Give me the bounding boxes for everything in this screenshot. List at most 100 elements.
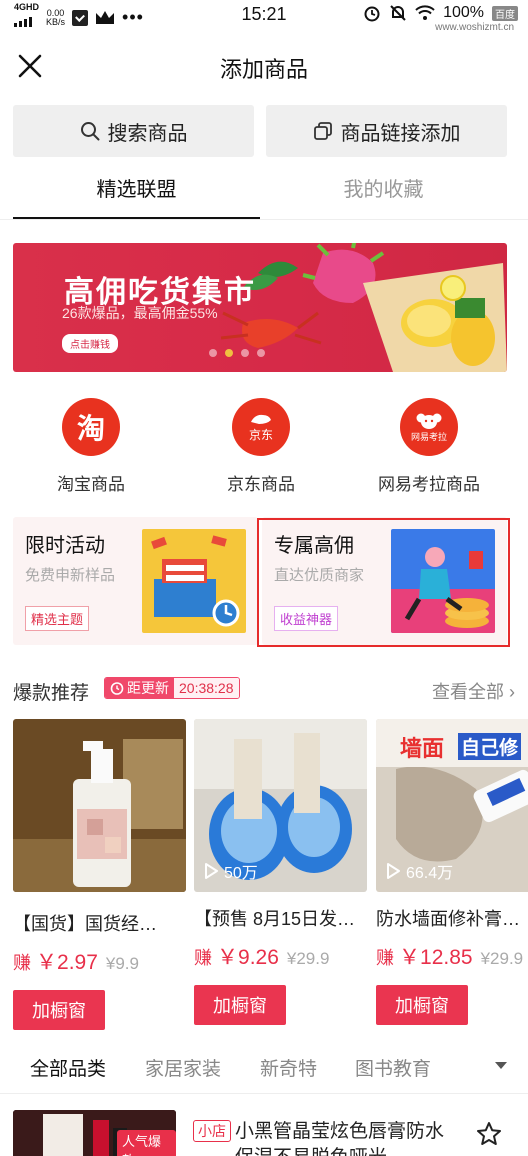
add-product-page: 4GHD 0.00 KB/s ••• 15:21 100% 百度 www.wos…: [0, 0, 528, 1156]
platform-kaola-label: 网易考拉商品: [378, 475, 480, 494]
product-image-wall-repair: 墙面 自己修 66.4万: [376, 719, 528, 892]
battery-level: 100%: [443, 4, 484, 21]
product-price: 赚 ￥2.97 ¥9.9: [13, 946, 186, 976]
tab-selected-alliance[interactable]: 精选联盟: [13, 170, 260, 220]
product-card[interactable]: 【国货】国货经… 赚 ￥2.97 ¥9.9 加橱窗: [13, 719, 186, 1030]
promo-commission-title: 专属高佣: [274, 535, 354, 557]
promo-commission-subtitle: 直达优质商家: [274, 567, 365, 584]
cash-register-image: [142, 529, 246, 633]
image-text-diy: 自己修: [458, 733, 522, 760]
product-original-price: ¥29.9: [286, 949, 330, 968]
product-original-price: ¥9.9: [105, 954, 139, 973]
watermark-badge: 百度: [492, 5, 518, 21]
tab-my-favorites[interactable]: 我的收藏: [260, 170, 507, 220]
banner-dot[interactable]: [257, 349, 265, 357]
platform-kaola[interactable]: 网易考拉 网易考拉商品: [349, 398, 509, 495]
search-icon: [80, 122, 99, 141]
tab-divider: [0, 219, 528, 220]
product-price: 赚 ￥12.85 ¥29.9: [376, 941, 528, 971]
product-views: 66.4万: [386, 859, 453, 883]
play-icon: [387, 863, 400, 879]
star-icon[interactable]: [475, 1120, 503, 1148]
promo-card-limited[interactable]: 限时活动 免费申新样品 精选主题: [13, 517, 258, 645]
link-add-label: 商品链接添加: [340, 122, 461, 145]
product-earn: 赚 ￥2.97: [13, 951, 98, 974]
clock-icon: [110, 682, 124, 695]
tab-bar: 精选联盟 我的收藏: [13, 170, 515, 220]
copy-link-icon: [313, 122, 332, 140]
mute-bell-icon: [390, 5, 406, 21]
product-name: 【国货】国货经…: [13, 914, 157, 934]
image-text-wall: 墙面: [400, 736, 445, 761]
hot-products: 【国货】国货经… 赚 ￥2.97 ¥9.9 加橱窗 50万 【预售 8月15日发…: [13, 719, 528, 1030]
product-price: 赚 ￥9.26 ¥29.9: [194, 941, 367, 971]
platform-taobao-label: 淘宝商品: [57, 475, 125, 494]
promo-limited-tag: 精选主题: [25, 606, 90, 631]
shop-tag: 小店: [193, 1120, 231, 1142]
status-bar: 4GHD 0.00 KB/s ••• 15:21 100% 百度 www.wos…: [0, 0, 528, 33]
play-icon: [205, 863, 218, 879]
hot-section-header: 爆款推荐 距更新 20:38:28 查看全部 ›: [13, 674, 515, 704]
wifi-icon: [415, 5, 435, 20]
category-books[interactable]: 图书教育: [355, 1054, 431, 1081]
hot-tag: 人气爆款: [117, 1130, 176, 1156]
product-earn: 赚 ￥9.26: [194, 946, 279, 969]
koala-face-icon: [416, 413, 442, 429]
kaola-icon: 网易考拉: [400, 398, 458, 456]
product-earn: 赚 ￥12.85: [376, 946, 473, 969]
promo-limited-title: 限时活动: [25, 535, 105, 557]
product-card[interactable]: 墙面 自己修 66.4万 防水墙面修补膏… 赚 ￥12.85 ¥29.9 加橱窗: [376, 719, 528, 1025]
search-product-label: 搜索商品: [107, 122, 188, 145]
category-novelty[interactable]: 新奇特: [260, 1054, 317, 1081]
list-item-title: 小黑管晶莹炫色唇膏防水保湿不易脱色哑光…: [235, 1121, 445, 1156]
platform-taobao[interactable]: 淘 淘宝商品: [11, 398, 171, 495]
category-home[interactable]: 家居家装: [145, 1054, 221, 1081]
promo-commission-tag: 收益神器: [274, 606, 339, 631]
product-card[interactable]: 50万 【预售 8月15日发… 赚 ￥9.26 ¥29.9 加橱窗: [194, 719, 367, 1025]
coins-man-image: [391, 529, 495, 633]
product-views: 50万: [204, 859, 258, 883]
promo-limited-subtitle: 免费申新样品: [25, 567, 116, 584]
header: 添加商品: [0, 40, 528, 92]
promo-banner[interactable]: 高佣吃货集市 26款爆品，最高佣金55% 点击赚钱: [13, 243, 507, 372]
banner-dot[interactable]: [241, 349, 249, 357]
add-to-showcase-button[interactable]: 加橱窗: [376, 985, 468, 1025]
banner-cta-button[interactable]: 点击赚钱: [62, 334, 118, 353]
list-item-image: 人气爆款: [13, 1110, 176, 1156]
product-image-slippers: 50万: [194, 719, 367, 892]
watermark-text: www.woshizmt.cn: [435, 22, 514, 33]
hot-section-title: 爆款推荐: [13, 683, 90, 704]
list-item[interactable]: 人气爆款 小店 小黑管晶莹炫色唇膏防水保湿不易脱色哑光…: [13, 1110, 513, 1156]
taobao-icon: 淘: [62, 398, 120, 456]
platform-list: 淘 淘宝商品 京东 京东商品 网易考拉 网易考拉商品: [0, 398, 528, 498]
add-to-showcase-button[interactable]: 加橱窗: [194, 985, 286, 1025]
add-to-showcase-button[interactable]: 加橱窗: [13, 990, 105, 1030]
link-add-button[interactable]: 商品链接添加: [266, 105, 507, 157]
action-buttons: 搜索商品 商品链接添加: [13, 105, 507, 157]
update-countdown-badge: 距更新 20:38:28: [104, 677, 240, 699]
product-original-price: ¥29.9: [480, 949, 524, 968]
category-bar: 全部品类 家居家装 新奇特 图书教育: [0, 1038, 528, 1094]
chevron-down-icon[interactable]: [486, 1054, 516, 1078]
alarm-icon: [364, 6, 380, 22]
jd-dog-icon: [251, 414, 271, 424]
platform-jd[interactable]: 京东 京东商品: [181, 398, 341, 495]
banner-dot[interactable]: [209, 349, 217, 357]
banner-pagination: [209, 349, 265, 357]
banner-subtitle: 26款爆品，最高佣金55%: [62, 305, 218, 321]
product-image-lotion: [13, 719, 186, 892]
platform-jd-label: 京东商品: [227, 475, 295, 494]
category-all[interactable]: 全部品类: [30, 1054, 106, 1081]
search-product-button[interactable]: 搜索商品: [13, 105, 254, 157]
promo-card-commission[interactable]: 专属高佣 直达优质商家 收益神器: [262, 517, 507, 645]
banner-dot-active[interactable]: [225, 349, 233, 357]
countdown-time: 20:38:28: [174, 678, 239, 698]
product-name: 防水墙面修补膏…: [376, 909, 520, 929]
jd-icon: 京东: [232, 398, 290, 456]
product-name: 【预售 8月15日发…: [194, 909, 356, 929]
countdown-label: 距更新: [105, 678, 174, 698]
view-all-link[interactable]: 查看全部 ›: [432, 678, 515, 704]
page-title: 添加商品: [219, 57, 308, 82]
chevron-right-icon: ›: [509, 682, 515, 702]
status-right: 100% 百度: [363, 4, 518, 22]
